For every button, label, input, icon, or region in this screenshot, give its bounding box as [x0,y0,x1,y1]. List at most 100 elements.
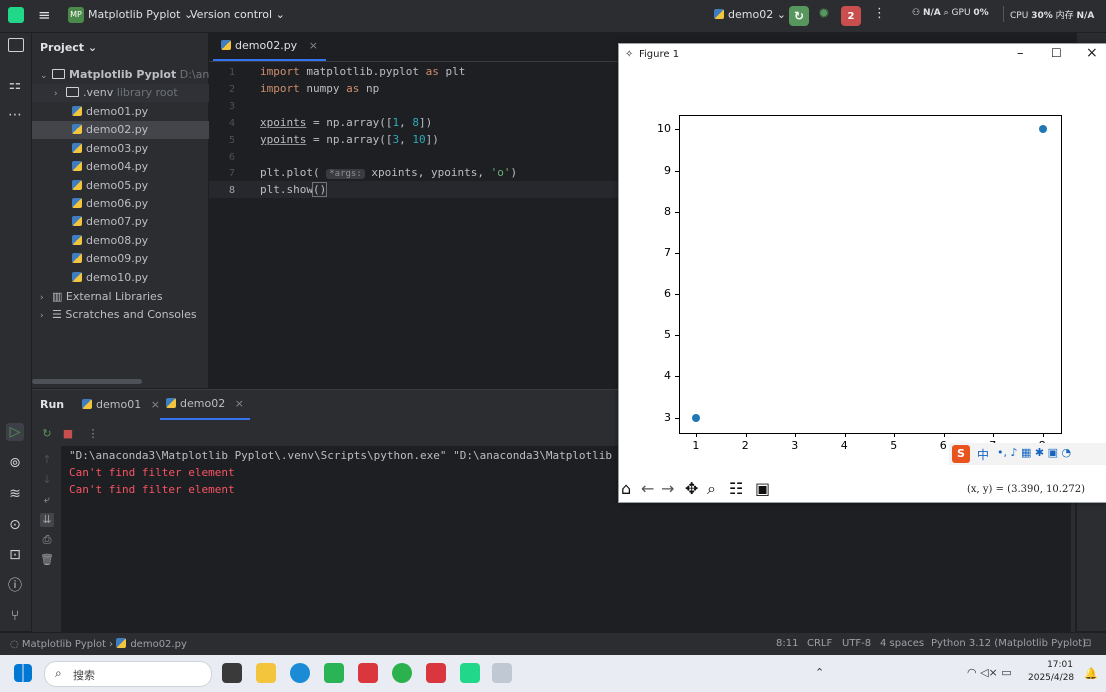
run-tab-demo01[interactable]: demo01 × [82,398,160,411]
minimize-button[interactable]: – [1017,46,1024,61]
indent-setting[interactable]: 4 spaces [880,638,924,649]
forward-arrow-icon[interactable]: → [661,480,674,498]
ime-tools-icon[interactable]: •, ♪ ▦ ✱ ▣ ◔ [997,446,1071,459]
figure-window-icon[interactable] [492,663,512,683]
layers-icon[interactable]: ≋ [6,485,24,503]
project-panel-title[interactable]: Project ⌄ [40,41,97,54]
more-vertical-icon[interactable]: ⋮ [86,427,100,441]
main-toolbar: ≡ MP Matplotlib Pyplot ⌄ Version control… [0,0,1106,33]
chevron-right-icon: › [40,293,44,303]
scroll-to-end-icon[interactable]: ⇊ [40,513,54,527]
y-tick-mark [675,417,679,419]
sogou-icon[interactable]: S [952,445,970,463]
edge-icon[interactable] [290,663,310,683]
close-icon[interactable]: × [235,397,244,410]
interpreter[interactable]: Python 3.12 (Matplotlib Pyplot) [931,638,1086,649]
vcs-label: Version control [190,8,273,21]
close-button[interactable]: × [1086,45,1098,61]
y-tick-mark [675,170,679,172]
folder-icon [52,69,65,79]
line-number: 8 [228,185,235,197]
project-title-label: Project [40,41,85,54]
pan-icon[interactable]: ✥ [685,480,698,498]
x-tick-mark [696,433,698,437]
python-console-icon[interactable]: ⊚ [6,454,24,472]
plot-axes[interactable] [679,115,1062,434]
line-separator[interactable]: CRLF [807,638,832,649]
wechat-icon[interactable] [392,663,412,683]
ime-mode[interactable]: 中 [977,446,989,463]
app-green-icon[interactable] [324,663,344,683]
project-panel: Project ⌄ ⌄Matplotlib Pyplot D:\anaconda… [32,33,248,388]
trash-icon[interactable]: 🗑 [40,553,54,567]
tree-root[interactable]: ⌄Matplotlib Pyplot D:\anaconda [32,66,216,84]
file-name: demo07.py [86,215,149,229]
wifi-icon[interactable]: ◠ ◁× ▭ [967,666,1012,679]
structure-icon[interactable]: ⚏ [6,76,24,94]
breadcrumb[interactable]: ◌ Matplotlib Pyplot › demo02.py [10,638,187,650]
run-tab2-label: demo02 [180,397,226,410]
code-editor[interactable]: 1 2 3 4 5 6 7 8 import matplotlib.pyplot as plt… [209,62,619,388]
project-name: Matplotlib Pyplot [88,8,181,21]
taskbar-search[interactable]: ⌕ 搜索 [44,661,212,687]
pycharm-icon[interactable] [460,663,480,683]
maximize-button[interactable]: ☐ [1051,46,1062,60]
tree-scratches[interactable]: › ☰ Scratches and Consoles [32,306,216,324]
cpu-label: CPU [1010,11,1029,21]
divider [1003,6,1004,22]
task-view-icon[interactable] [222,663,242,683]
save-icon[interactable]: ▣ [755,480,770,498]
zoom-icon[interactable]: ⌕ [707,480,716,498]
windows-start-icon[interactable] [14,664,32,682]
hamburger-menu-icon[interactable]: ≡ [38,6,51,24]
arrow-down-icon[interactable]: ↓ [40,473,54,487]
run-config-label: demo02 [728,8,774,21]
arrow-up-icon[interactable]: ↑ [40,453,54,467]
more-horizontal-icon[interactable]: ⋯ [6,106,24,124]
run-tab-demo02[interactable]: demo02 × [160,393,250,420]
line-number: 1 [228,67,235,78]
more-vertical-icon[interactable]: ⋮ [873,6,886,21]
search-icon[interactable]: ⌕ [944,8,949,18]
file-explorer-icon[interactable] [256,663,276,683]
project-folder-icon[interactable] [8,38,24,52]
chevron-up-icon[interactable]: ⌃ [815,666,824,679]
services-icon[interactable]: ⊙ [6,516,24,534]
notification-bell-icon[interactable]: 🔔 [1084,667,1098,680]
code-line-8: plt.show() [260,182,328,197]
caret-position[interactable]: 8:11 [776,638,798,649]
git-icon[interactable]: ⑂ [6,607,24,625]
tree-venv[interactable]: › .venv library root [32,84,230,102]
close-icon[interactable]: × [309,39,318,52]
home-icon[interactable]: ⌂ [621,480,631,498]
clock-date[interactable]: 2025/4/28 [1028,673,1074,683]
print-icon[interactable]: ⎙ [40,533,54,547]
x-tick-mark [844,433,846,437]
file-encoding[interactable]: UTF-8 [842,638,871,649]
run-config-selector[interactable]: demo02 ⌄ [714,8,786,21]
horizontal-scrollbar[interactable] [32,379,142,384]
project-switcher[interactable]: Matplotlib Pyplot ⌄ [88,8,193,21]
lock-icon[interactable]: ⊡ [1083,638,1091,649]
stop-icon[interactable]: ■ [61,427,75,441]
wps-icon[interactable] [358,663,378,683]
rerun-button[interactable]: ↻ [789,6,809,26]
stop-button[interactable]: 2 [841,6,861,26]
back-arrow-icon[interactable]: ← [641,480,654,498]
problems-icon[interactable]: ⓘ [6,577,24,595]
soft-wrap-icon[interactable]: ⤶ [40,493,54,507]
file-name: demo03.py [86,141,149,155]
python-icon [72,106,82,116]
run-tool-icon[interactable]: ▷ [6,423,24,441]
chevron-down-icon: ⌄ [40,71,48,81]
configure-subplots-icon[interactable]: ☷ [729,480,743,498]
vcs-menu[interactable]: Version control ⌄ [190,8,285,21]
clock-time[interactable]: 17:01 [1043,660,1073,670]
tree-external-libraries[interactable]: › ▥ External Libraries [32,288,216,306]
wps-office-icon[interactable] [426,663,446,683]
debug-bug-icon[interactable]: ✹ [818,6,830,22]
tab-demo02[interactable]: demo02.py × [213,33,326,61]
rerun-icon[interactable]: ↻ [40,427,54,441]
close-icon[interactable]: × [151,398,160,411]
terminal-icon[interactable]: ⊡ [6,546,24,564]
